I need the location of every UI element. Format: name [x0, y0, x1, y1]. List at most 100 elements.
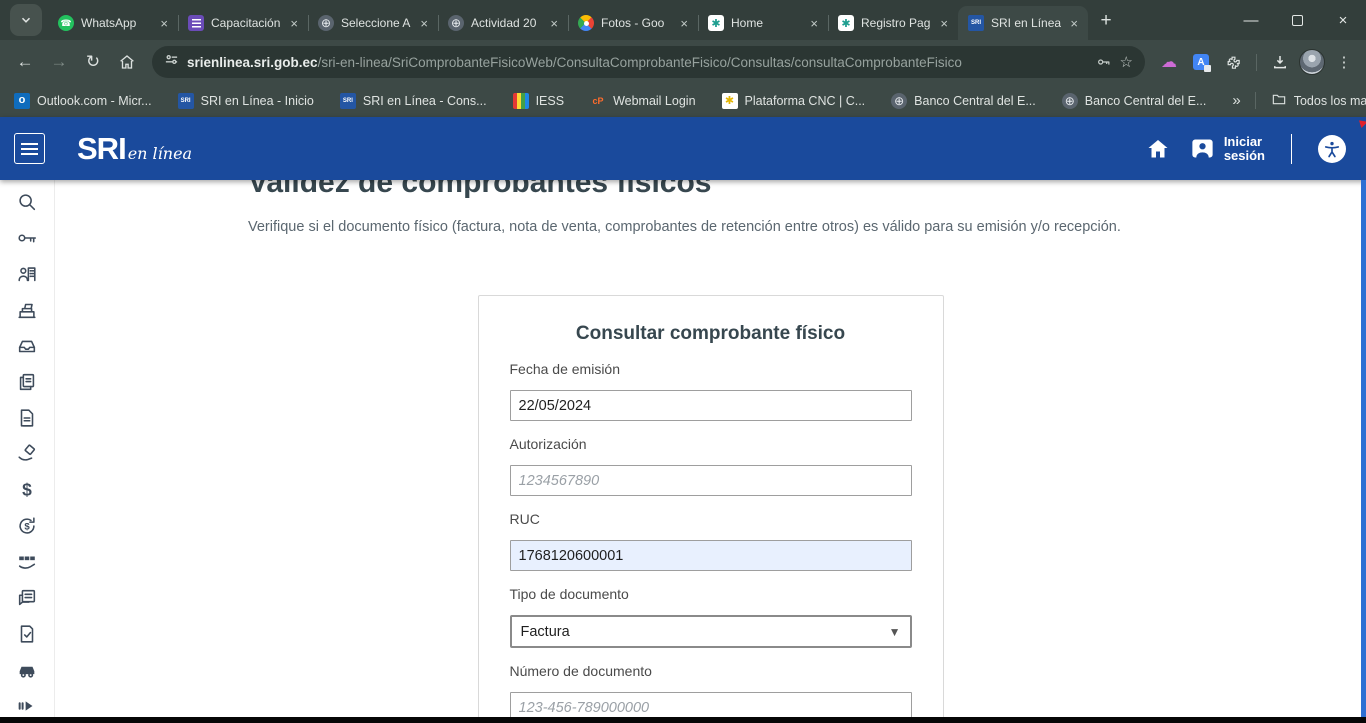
page-scrollbar[interactable]	[1361, 180, 1366, 717]
bookmarks-separator	[1255, 92, 1256, 109]
payment-cards-icon[interactable]	[16, 551, 38, 573]
tab-close-icon[interactable]: ×	[288, 16, 300, 31]
address-bar[interactable]: srienlinea.sri.gob.ec/sri-en-linea/SriCo…	[152, 46, 1145, 78]
downloads-button[interactable]	[1266, 48, 1294, 76]
inbox-icon[interactable]	[16, 335, 38, 357]
tab-strip: WhatsApp × Capacitación × Seleccione A ×…	[0, 0, 1366, 40]
bookmark-star-icon[interactable]: ☆	[1120, 53, 1133, 71]
forward-button[interactable]: →	[44, 47, 74, 77]
tab-actividad[interactable]: Actividad 20 ×	[438, 6, 568, 40]
new-tab-button[interactable]: +	[1092, 7, 1120, 35]
teal-flower-icon	[838, 15, 854, 31]
tab-registro[interactable]: Registro Pag ×	[828, 6, 958, 40]
home-icon[interactable]	[1145, 137, 1171, 161]
folder-icon	[1271, 91, 1287, 110]
saved-passwords-key-icon[interactable]	[1096, 54, 1112, 70]
bookmark-banco-central-1[interactable]: Banco Central del E...	[891, 93, 1036, 109]
bookmarks-overflow-chevron[interactable]: »	[1232, 92, 1239, 109]
bookmark-outlook[interactable]: Outlook.com - Micr...	[14, 93, 152, 109]
bookmark-cnc[interactable]: Plataforma CNC | C...	[722, 93, 866, 109]
sri-logo[interactable]: SRI en línea	[77, 131, 192, 167]
menu-dots-icon[interactable]: ⋮	[1330, 48, 1358, 76]
tab-fotos[interactable]: Fotos - Goo ×	[568, 6, 698, 40]
tab-close-icon[interactable]: ×	[158, 16, 170, 31]
url-host: srienlinea.sri.gob.ec	[187, 55, 318, 70]
fecha-emision-input[interactable]	[510, 390, 912, 421]
sri-logo-flag-icon	[1359, 118, 1366, 128]
back-button[interactable]: ←	[10, 47, 40, 77]
dollar-icon[interactable]: $	[16, 479, 38, 501]
tab-whatsapp[interactable]: WhatsApp ×	[48, 6, 178, 40]
bookmark-banco-central-2[interactable]: Banco Central del E...	[1062, 93, 1207, 109]
sri-logo-tagline: en línea	[128, 144, 192, 163]
bookmark-iess[interactable]: IESS	[513, 93, 565, 109]
cash-register-icon[interactable]	[16, 299, 38, 321]
login-button[interactable]: Iniciar sesión	[1189, 135, 1265, 163]
url-text: srienlinea.sri.gob.ec/sri-en-linea/SriCo…	[187, 55, 1088, 70]
chevron-down-icon	[19, 13, 33, 27]
svg-text:$: $	[24, 522, 30, 533]
header-separator	[1291, 134, 1292, 164]
sri-icon	[340, 93, 356, 109]
close-window-button[interactable]: ×	[1320, 0, 1366, 40]
all-bookmarks-button[interactable]: Todos los marcadores	[1271, 91, 1366, 110]
ruc-input[interactable]	[510, 540, 912, 571]
search-icon[interactable]	[16, 191, 38, 213]
accessibility-icon	[1322, 139, 1342, 159]
bookmark-label: SRI en Línea - Inicio	[201, 94, 314, 108]
tab-sri-en-linea-active[interactable]: SRI en Línea ×	[958, 6, 1088, 40]
cnc-icon	[722, 93, 738, 109]
site-controls-icon[interactable]	[164, 52, 179, 72]
home-button[interactable]	[112, 47, 142, 77]
tab-seleccione[interactable]: Seleccione A ×	[308, 6, 438, 40]
tipo-documento-value: Factura	[521, 624, 570, 640]
tab-close-icon[interactable]: ×	[808, 16, 820, 31]
tag-hand-icon[interactable]	[16, 443, 38, 465]
extensions-puzzle-icon[interactable]	[1219, 48, 1247, 76]
copies-icon[interactable]	[16, 371, 38, 393]
minimize-button[interactable]: —	[1228, 0, 1274, 40]
tab-capacitacion[interactable]: Capacitación ×	[178, 6, 308, 40]
form-title: Consultar comprobante físico	[510, 323, 912, 345]
tab-close-icon[interactable]: ×	[678, 16, 690, 31]
bookmark-sri-consultas[interactable]: SRI en Línea - Cons...	[340, 93, 487, 109]
google-forms-icon	[188, 15, 204, 31]
translate-icon: A	[1193, 54, 1209, 70]
bookmark-sri-inicio[interactable]: SRI en Línea - Inicio	[178, 93, 314, 109]
key-icon[interactable]	[16, 227, 38, 249]
sri-icon	[968, 15, 984, 31]
translate-extension-icon[interactable]: A	[1187, 48, 1215, 76]
numero-documento-label: Número de documento	[510, 663, 912, 679]
tab-search-button[interactable]	[10, 4, 42, 36]
autorizacion-input[interactable]	[510, 465, 912, 496]
reload-button[interactable]: ↻	[78, 47, 108, 77]
tab-close-icon[interactable]: ×	[1068, 16, 1080, 31]
bookmark-webmail[interactable]: Webmail Login	[590, 93, 695, 109]
cloud-extension-icon[interactable]: ☁	[1155, 48, 1183, 76]
tab-title: Registro Pag	[861, 16, 931, 30]
whatsapp-icon	[58, 15, 74, 31]
more-forward-icon[interactable]	[16, 695, 38, 717]
bookmark-label: IESS	[536, 94, 565, 108]
document-check-icon[interactable]	[16, 623, 38, 645]
profile-avatar[interactable]	[1298, 48, 1326, 76]
document-icon[interactable]	[16, 407, 38, 429]
tipo-documento-label: Tipo de documento	[510, 586, 912, 602]
accessibility-button[interactable]	[1318, 135, 1346, 163]
tab-close-icon[interactable]: ×	[548, 16, 560, 31]
restore-button[interactable]	[1274, 0, 1320, 40]
tab-home[interactable]: Home ×	[698, 6, 828, 40]
tab-close-icon[interactable]: ×	[938, 16, 950, 31]
hamburger-menu-button[interactable]	[14, 133, 45, 164]
tipo-documento-select[interactable]: Factura ▼	[510, 615, 912, 648]
vehicle-icon[interactable]	[16, 659, 38, 681]
refund-icon[interactable]: $	[16, 515, 38, 537]
document-comment-icon[interactable]	[16, 587, 38, 609]
avatar-image	[1299, 49, 1325, 75]
bookmark-label: Banco Central del E...	[1085, 94, 1207, 108]
taxpayer-icon[interactable]	[16, 263, 38, 285]
consulta-form-card: Consultar comprobante físico Fecha de em…	[478, 295, 944, 723]
tab-close-icon[interactable]: ×	[418, 16, 430, 31]
download-icon	[1271, 53, 1289, 71]
web-page: SRI en línea Iniciar sesión	[0, 117, 1366, 723]
